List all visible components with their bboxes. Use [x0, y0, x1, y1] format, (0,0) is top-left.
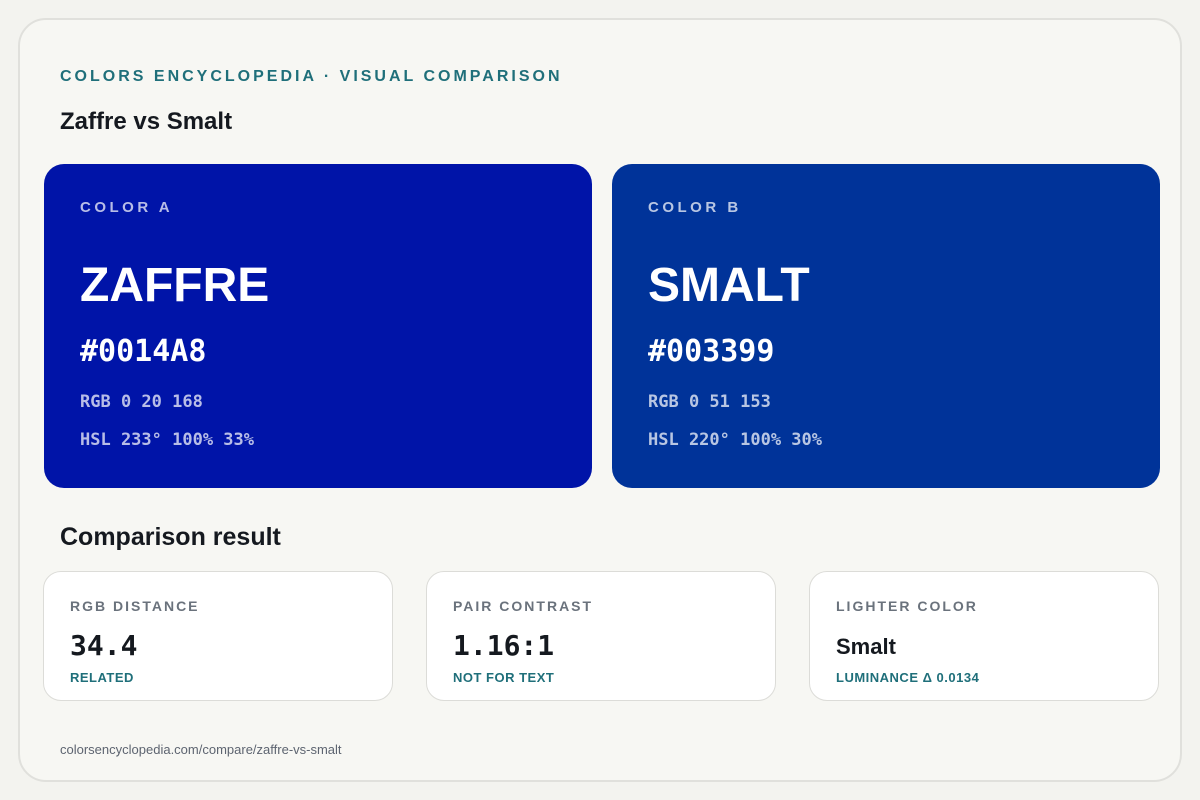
color-b-hex: #003399 — [648, 334, 775, 369]
metric-note: LUMINANCE Δ 0.0134 — [836, 670, 980, 685]
color-a-label: COLOR A — [80, 199, 174, 216]
metric-note: NOT FOR TEXT — [453, 670, 555, 685]
metric-value: Smalt — [836, 634, 896, 659]
color-b-label: COLOR B — [648, 199, 742, 216]
metric-lighter-color: LIGHTER COLOR Smalt LUMINANCE Δ 0.0134 — [809, 571, 1159, 701]
color-b-name: SMALT — [648, 259, 810, 312]
metric-rgb-distance: RGB DISTANCE 34.4 RELATED — [43, 571, 393, 701]
footer-url[interactable]: colorsencyclopedia.com/compare/zaffre-vs… — [60, 742, 342, 757]
color-b-swatch: COLOR B SMALT #003399 RGB 0 51 153 HSL 2… — [612, 164, 1160, 488]
page-title: Zaffre vs Smalt — [60, 108, 233, 135]
site-eyebrow: COLORS ENCYCLOPEDIA · VISUAL COMPARISON — [60, 68, 563, 85]
color-b-hsl: HSL 220° 100% 30% — [648, 430, 822, 450]
metric-label: RGB DISTANCE — [70, 598, 200, 614]
color-a-hex: #0014A8 — [80, 334, 207, 369]
metric-value: 1.16:1 — [453, 629, 555, 662]
metric-note: RELATED — [70, 670, 134, 685]
color-b-rgb: RGB 0 51 153 — [648, 392, 771, 412]
metric-label: PAIR CONTRAST — [453, 598, 594, 614]
comparison-title: Comparison result — [60, 523, 281, 551]
metric-label: LIGHTER COLOR — [836, 598, 978, 614]
color-a-rgb: RGB 0 20 168 — [80, 392, 203, 412]
color-a-name: ZAFFRE — [80, 259, 270, 312]
comparison-card: COLORS ENCYCLOPEDIA · VISUAL COMPARISON … — [18, 18, 1182, 782]
color-a-swatch: COLOR A ZAFFRE #0014A8 RGB 0 20 168 HSL … — [44, 164, 592, 488]
color-a-hsl: HSL 233° 100% 33% — [80, 430, 254, 450]
metric-value: 34.4 — [70, 629, 138, 662]
metric-pair-contrast: PAIR CONTRAST 1.16:1 NOT FOR TEXT — [426, 571, 776, 701]
